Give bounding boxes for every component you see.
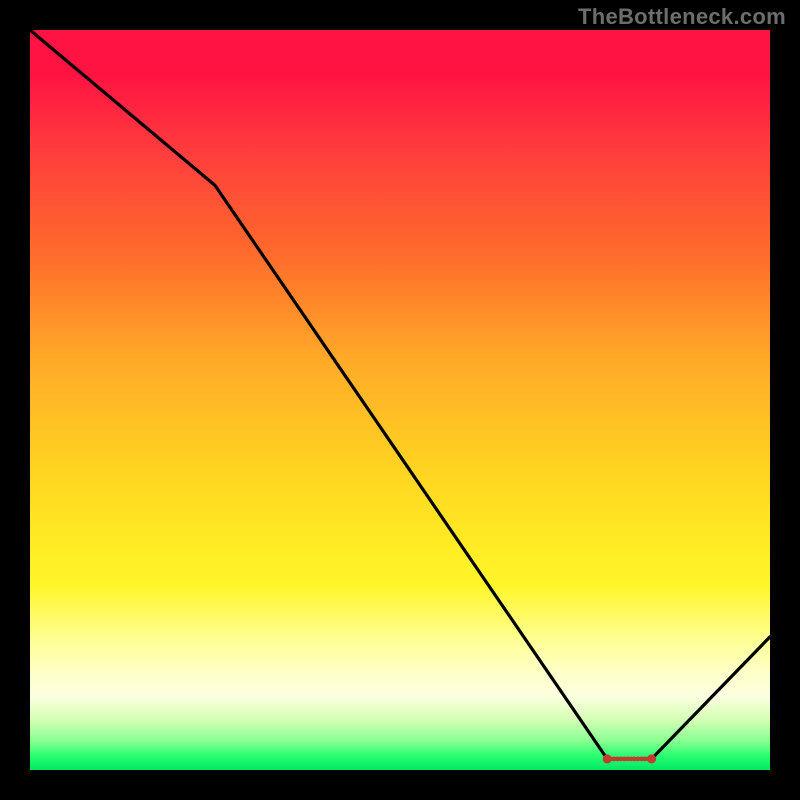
- line-series: [30, 30, 770, 759]
- chart-stage: TheBottleneck.com: [0, 0, 800, 800]
- plot-area: [30, 30, 770, 770]
- chart-svg: [30, 30, 770, 770]
- watermark: TheBottleneck.com: [578, 4, 786, 30]
- flat-inner-dot: [646, 757, 651, 762]
- flat-segment-dots: [603, 754, 656, 763]
